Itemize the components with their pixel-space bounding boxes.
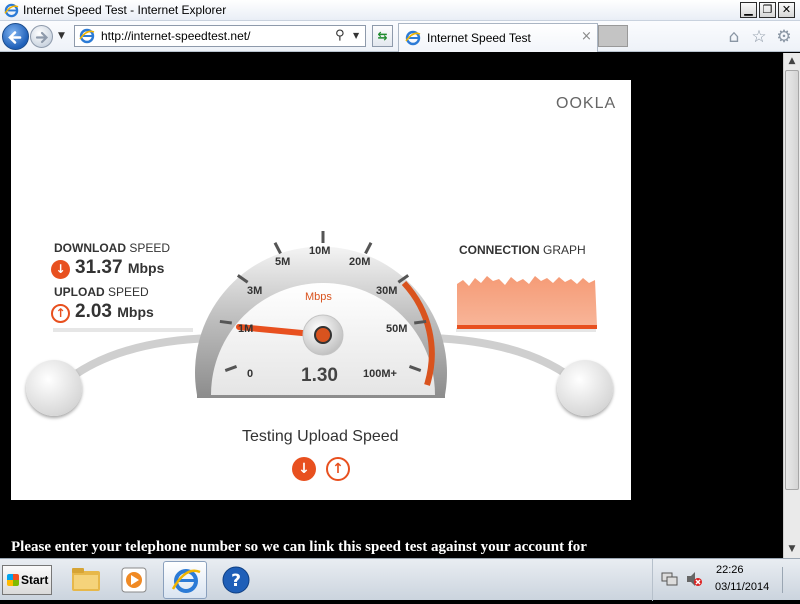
forward-arrow-icon bbox=[35, 31, 49, 44]
windows-flag-icon bbox=[7, 574, 19, 586]
help-icon: ? bbox=[222, 566, 250, 594]
upload-speed-value: 2.03 Mbps bbox=[75, 301, 154, 322]
page-content: OOKLA DOWNLOAD SPEED ↓ 31.37 Mbps UPLOAD… bbox=[0, 53, 783, 558]
gauge-tick-label: 0 bbox=[247, 368, 254, 380]
test-status-text: Testing Upload Speed bbox=[242, 428, 399, 445]
close-button[interactable]: ✕ bbox=[778, 2, 795, 18]
title-bar: Internet Speed Test - Internet Explorer … bbox=[0, 0, 800, 21]
upload-phase-icon: ↑ bbox=[326, 457, 350, 481]
stats-underline bbox=[53, 328, 193, 332]
gauge-tick-mark bbox=[273, 242, 282, 255]
taskbar-internet-explorer[interactable] bbox=[163, 561, 207, 599]
restore-button[interactable]: ❐ bbox=[759, 2, 776, 18]
gauge-tick-label: 10M bbox=[309, 245, 331, 257]
navigation-bar: ▼ http://internet-speedtest.net/ ⚲ ▼ ⇆ I… bbox=[0, 21, 800, 52]
connection-graph-baseline bbox=[457, 325, 597, 329]
gauge-hub-center bbox=[314, 326, 332, 344]
minimize-button[interactable]: ▁ bbox=[740, 2, 757, 18]
media-player-icon bbox=[121, 567, 147, 593]
gauge-tick-label: 3M bbox=[247, 285, 263, 297]
connection-graph-area bbox=[457, 276, 597, 328]
scrollbar-thumb[interactable] bbox=[785, 70, 799, 490]
favorites-star-icon[interactable]: ☆ bbox=[749, 27, 769, 47]
vertical-scrollbar[interactable]: ▲ ▼ bbox=[783, 53, 800, 558]
refresh-button[interactable]: ⇆ bbox=[372, 25, 393, 47]
search-icon[interactable]: ⚲ bbox=[335, 28, 345, 43]
network-icon[interactable] bbox=[661, 571, 679, 587]
address-bar[interactable]: http://internet-speedtest.net/ ⚲ ▼ bbox=[74, 25, 366, 47]
server-select-button[interactable] bbox=[557, 360, 613, 416]
download-speed-value: 31.37 Mbps bbox=[75, 257, 165, 278]
gauge-tick-label: 1M bbox=[238, 323, 254, 335]
start-button[interactable]: Start bbox=[2, 565, 52, 595]
download-phase-icon: ↓ bbox=[292, 457, 316, 481]
upload-speed-label: UPLOAD SPEED bbox=[54, 285, 149, 299]
back-button[interactable] bbox=[2, 23, 29, 50]
gauge-tick-label: 50M bbox=[386, 323, 408, 335]
download-speed-label: DOWNLOAD SPEED bbox=[54, 241, 171, 255]
internet-explorer-icon bbox=[171, 569, 201, 593]
taskbar-help[interactable]: ? bbox=[214, 561, 258, 599]
address-dropdown-icon[interactable]: ▼ bbox=[353, 31, 359, 40]
volume-muted-icon[interactable] bbox=[685, 571, 703, 587]
gauge-tick-label: 100M+ bbox=[363, 368, 397, 380]
window-title: Internet Speed Test - Internet Explorer bbox=[23, 3, 227, 17]
telephone-prompt-text: Please enter your telephone number so we… bbox=[11, 539, 587, 555]
gauge-unit-label: Mbps bbox=[305, 291, 332, 303]
history-dropdown-icon[interactable]: ▼ bbox=[58, 31, 65, 41]
gauge-tick-mark bbox=[219, 319, 232, 325]
url-text[interactable]: http://internet-speedtest.net/ bbox=[101, 29, 250, 43]
tab-close-icon[interactable]: × bbox=[581, 29, 592, 44]
settings-gear-icon[interactable]: ⚙ bbox=[774, 27, 794, 47]
folder-icon bbox=[72, 568, 100, 591]
svg-text:?: ? bbox=[231, 571, 241, 591]
gauge-tick-mark bbox=[414, 319, 427, 325]
home-icon[interactable]: ⌂ bbox=[724, 27, 744, 47]
gauge-reading: 1.30 bbox=[301, 365, 338, 386]
tab-internet-speed-test[interactable]: Internet Speed Test × bbox=[398, 23, 598, 52]
back-arrow-icon bbox=[8, 31, 22, 44]
page-favicon-icon bbox=[79, 28, 95, 44]
speedtest-widget: OOKLA DOWNLOAD SPEED ↓ 31.37 Mbps UPLOAD… bbox=[11, 80, 631, 500]
home-button[interactable] bbox=[26, 360, 82, 416]
upload-arrow-icon: ↑ bbox=[51, 304, 70, 323]
gauge-tick-mark bbox=[364, 242, 373, 255]
show-desktop-button[interactable] bbox=[782, 567, 796, 593]
taskbar-explorer[interactable] bbox=[64, 561, 108, 599]
clock-time[interactable]: 22:26 bbox=[716, 564, 744, 576]
clock-date[interactable]: 03/11/2014 bbox=[715, 581, 769, 593]
gauge-tick-label: 5M bbox=[275, 256, 291, 268]
new-tab-button[interactable] bbox=[598, 25, 628, 47]
tab-label: Internet Speed Test bbox=[427, 31, 531, 45]
taskbar: Start ? 22:26 03/11/2014 bbox=[0, 558, 800, 601]
ie-icon bbox=[4, 3, 19, 18]
gauge-tick-label: 30M bbox=[376, 285, 398, 297]
tab-favicon-icon bbox=[405, 30, 421, 46]
connection-graph-label: CONNECTION GRAPH bbox=[459, 243, 586, 257]
gauge-tick-label: 20M bbox=[349, 256, 371, 268]
forward-button[interactable] bbox=[30, 25, 53, 48]
taskbar-media-player[interactable] bbox=[112, 561, 156, 599]
scroll-up-icon[interactable]: ▲ bbox=[784, 53, 800, 69]
scroll-down-icon[interactable]: ▼ bbox=[784, 541, 800, 557]
download-arrow-icon: ↓ bbox=[51, 260, 70, 279]
